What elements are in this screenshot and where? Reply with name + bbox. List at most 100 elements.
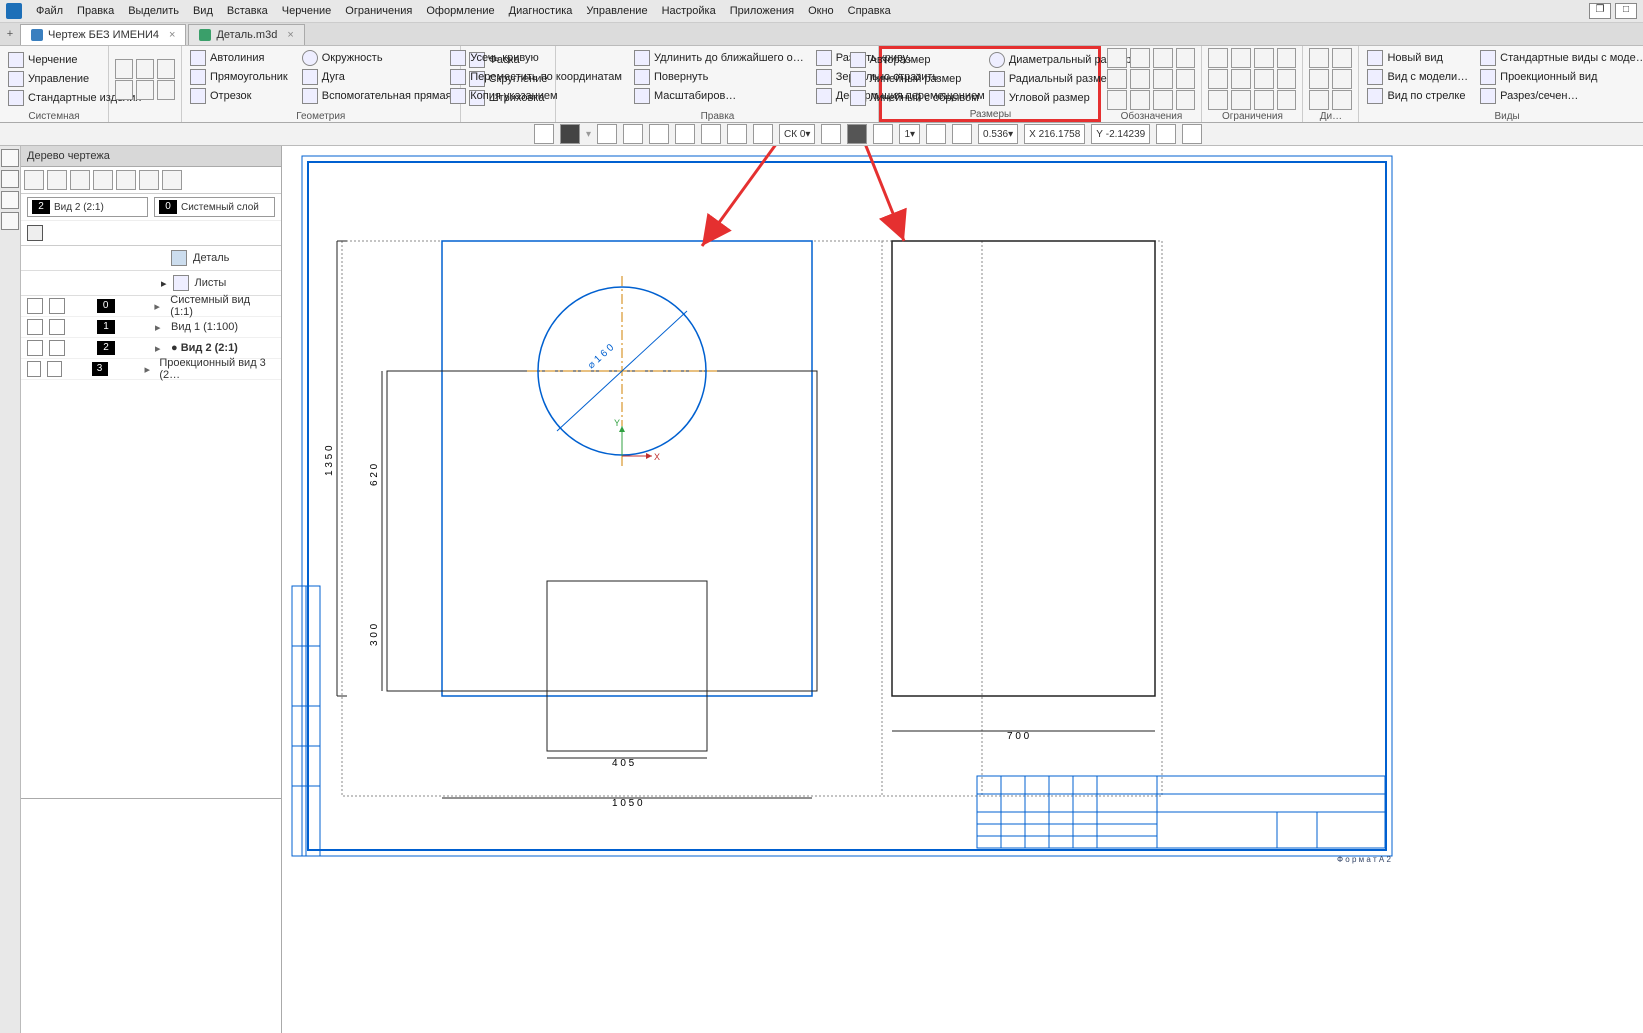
lock-icon[interactable] [49, 319, 65, 335]
snap-int-icon[interactable] [701, 124, 721, 144]
visibility-icon[interactable] [27, 340, 43, 356]
tool1-icon[interactable] [24, 170, 44, 190]
menu-edit[interactable]: Правка [77, 5, 114, 17]
rectangle-button[interactable]: Прямоугольник [188, 68, 290, 86]
undo-icon[interactable] [157, 80, 175, 100]
model-view-button[interactable]: Вид с модели… [1365, 68, 1470, 86]
opt-icon[interactable] [534, 124, 554, 144]
scale-button[interactable]: Масштабиров… [632, 87, 806, 105]
eyedrop-icon[interactable] [1182, 124, 1202, 144]
arc-button[interactable]: Дуга [300, 68, 454, 86]
proj-view-button[interactable]: Проекционный вид [1478, 68, 1643, 86]
d6-icon[interactable] [1332, 90, 1352, 110]
menu-help[interactable]: Справка [848, 5, 891, 17]
zoom-select[interactable]: 0.536 ▾ [978, 124, 1018, 144]
datum-icon[interactable] [1153, 48, 1173, 68]
current-layer-select[interactable]: 0Системный слой [154, 197, 275, 217]
c8-icon[interactable] [1277, 69, 1297, 89]
c1-icon[interactable] [1208, 48, 1228, 68]
autoline-button[interactable]: Автолиния [188, 49, 290, 67]
save-icon[interactable] [157, 59, 175, 79]
d3-icon[interactable] [1309, 69, 1329, 89]
window-max-icon[interactable]: □ [1615, 3, 1637, 19]
tree-view-row[interactable]: 3 ▸ Проекционный вид 3 (2… [21, 359, 281, 380]
calc-icon[interactable] [1153, 90, 1173, 110]
move-coord-button[interactable]: Переместить по координатам [448, 68, 624, 86]
snap-perp-icon[interactable] [597, 124, 617, 144]
c11-icon[interactable] [1254, 90, 1274, 110]
preview-icon[interactable] [136, 80, 154, 100]
menu-view[interactable]: Вид [193, 5, 213, 17]
lock-icon[interactable] [49, 340, 65, 356]
menu-insert[interactable]: Вставка [227, 5, 268, 17]
linear-break-dimension-button[interactable]: Линейный с обрывом [848, 89, 981, 107]
tree-sheets[interactable]: ▸Листы [21, 271, 281, 296]
menu-window[interactable]: Окно [808, 5, 834, 17]
opt2-icon[interactable] [821, 124, 841, 144]
opt3-icon[interactable] [847, 124, 867, 144]
new-view-button[interactable]: Новый вид [1365, 49, 1470, 67]
segment-button[interactable]: Отрезок [188, 87, 290, 105]
d2-icon[interactable] [1332, 48, 1352, 68]
menu-constraints[interactable]: Ограничения [345, 5, 412, 17]
c5-icon[interactable] [1208, 69, 1228, 89]
standard-parts-button[interactable]: Стандартные изделия [6, 89, 102, 107]
auto-dimension-button[interactable]: Авторазмер [848, 51, 981, 69]
d5-icon[interactable] [1309, 90, 1329, 110]
tab-part[interactable]: Деталь.m3d × [188, 24, 304, 45]
text-icon[interactable] [1130, 48, 1150, 68]
std-views-button[interactable]: Стандартные виды с моде… [1478, 49, 1643, 67]
tree-view-row[interactable]: 0 ▸ Системный вид (1:1) [21, 296, 281, 317]
tool5-icon[interactable] [116, 170, 136, 190]
step-select[interactable]: 1 ▾ [899, 124, 920, 144]
lock-icon[interactable] [47, 361, 61, 377]
new-icon[interactable] [115, 59, 133, 79]
rotate-button[interactable]: Повернуть [632, 68, 806, 86]
rough-icon[interactable] [1176, 48, 1196, 68]
mark-icon[interactable] [1176, 69, 1196, 89]
coord-system-select[interactable]: СК 0 ▾ [779, 124, 815, 144]
open-icon[interactable] [136, 59, 154, 79]
tree-view-row[interactable]: 2 ▸ ● Вид 2 (2:1) [21, 338, 281, 359]
tree-detail[interactable]: Деталь [21, 246, 281, 271]
snap-tan-icon[interactable] [623, 124, 643, 144]
tree-view-row[interactable]: 1 ▸ Вид 1 (1:100) [21, 317, 281, 338]
c7-icon[interactable] [1254, 69, 1274, 89]
fx-icon[interactable] [1, 191, 19, 209]
filter-icon[interactable] [27, 225, 43, 241]
extend-button[interactable]: Удлинить до ближайшего о… [632, 49, 806, 67]
tool2-icon[interactable] [47, 170, 67, 190]
visibility-icon[interactable] [27, 319, 43, 335]
d1-icon[interactable] [1309, 48, 1329, 68]
c10-icon[interactable] [1231, 90, 1251, 110]
lock-icon[interactable] [49, 298, 65, 314]
ortho-icon[interactable] [753, 124, 773, 144]
menu-manage[interactable]: Управление [586, 5, 647, 17]
c3-icon[interactable] [1254, 48, 1274, 68]
drawing-canvas[interactable]: ⌀ 1 6 0 X Y 1 3 5 0 6 2 0 3 0 0 4 0 5 1 … [282, 146, 1643, 1033]
tool3-icon[interactable] [70, 170, 90, 190]
window-restore-icon[interactable]: ❐ [1589, 3, 1611, 19]
c6-icon[interactable] [1231, 69, 1251, 89]
visibility-icon[interactable] [27, 361, 41, 377]
d4-icon[interactable] [1332, 69, 1352, 89]
aux-line-button[interactable]: Вспомогательная прямая [300, 87, 454, 105]
print-icon[interactable] [115, 80, 133, 100]
ball-icon[interactable] [1176, 90, 1196, 110]
leader-icon[interactable] [1107, 48, 1127, 68]
opt-angle-icon[interactable] [873, 124, 893, 144]
linear-dimension-button[interactable]: Линейный размер [848, 70, 981, 88]
snap-mid-icon[interactable] [675, 124, 695, 144]
close-icon[interactable]: × [287, 29, 293, 41]
menu-select[interactable]: Выделить [128, 5, 179, 17]
c4-icon[interactable] [1277, 48, 1297, 68]
tab-drawing[interactable]: Чертеж БЕЗ ИМЕНИ4 × [20, 24, 186, 45]
params-icon[interactable] [1, 170, 19, 188]
c9-icon[interactable] [1208, 90, 1228, 110]
section-button[interactable]: Разрез/сечен… [1478, 87, 1643, 105]
c12-icon[interactable] [1277, 90, 1297, 110]
eyedrop-b-icon[interactable] [1156, 124, 1176, 144]
tool6-icon[interactable] [139, 170, 159, 190]
menu-apps[interactable]: Приложения [730, 5, 794, 17]
weld-icon[interactable] [1107, 69, 1127, 89]
